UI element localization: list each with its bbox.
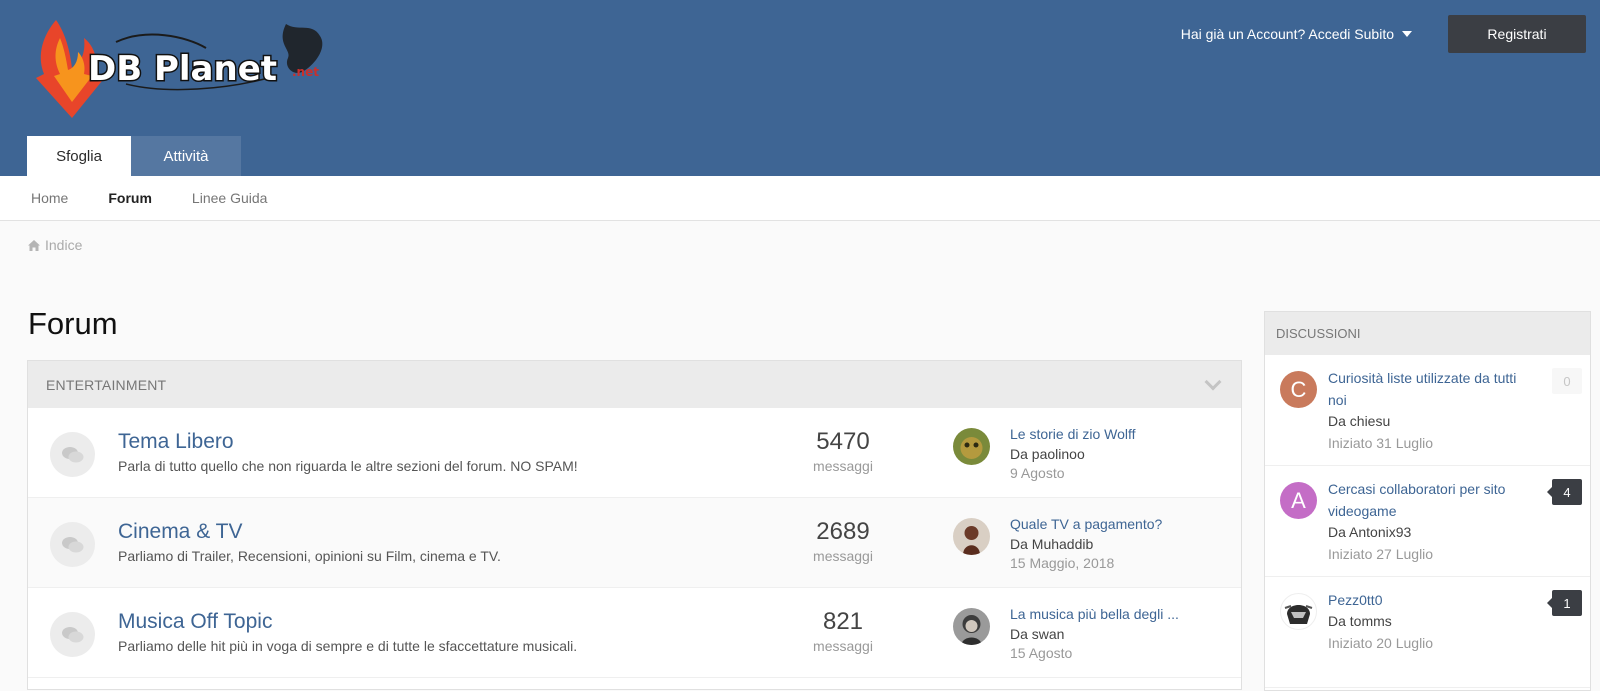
discussion-author: Da tomms (1328, 613, 1392, 629)
site-header: DB Planet .net Hai già un Account? Acced… (0, 0, 1600, 176)
avatar[interactable]: A (1280, 482, 1317, 519)
discussion-date: Iniziato 31 Luglio (1328, 435, 1434, 451)
breadcrumb[interactable]: Indice (28, 237, 82, 253)
forum-name[interactable]: Musica Off Topic (118, 610, 272, 634)
avatar[interactable] (953, 518, 990, 555)
subnav-home[interactable]: Home (31, 190, 68, 206)
register-button[interactable]: Registrati (1448, 15, 1586, 53)
discussion-title[interactable]: Pezz0tt0 (1328, 589, 1533, 611)
avatar[interactable]: C (1280, 371, 1317, 408)
forum-row: Tema Libero Parla di tutto quello che no… (28, 408, 1241, 498)
signin-label: Hai già un Account? Accedi Subito (1180, 26, 1394, 42)
post-count: 5470 (816, 428, 870, 455)
tab-attivita[interactable]: Attività (131, 136, 241, 176)
avatar[interactable] (953, 428, 990, 465)
forum-description: Parliamo delle hit più in voga di sempre… (118, 638, 578, 654)
avatar[interactable] (1280, 593, 1317, 630)
last-topic-date: 15 Agosto (1010, 645, 1073, 661)
caret-down-icon (1402, 31, 1412, 37)
forum-description: Parla di tutto quello che non riguarda l… (118, 458, 578, 474)
discussion-title[interactable]: Cercasi collaboratori per sito videogame (1328, 478, 1533, 522)
last-topic-author: Da paolinoo (1010, 446, 1085, 462)
breadcrumb-label: Indice (45, 237, 83, 253)
signin-dropdown[interactable]: Hai già un Account? Accedi Subito (1181, 26, 1412, 42)
last-topic-link[interactable]: Le storie di zio Wolff (1010, 426, 1136, 442)
post-count-label: messaggi (813, 548, 873, 564)
widget-title: DISCUSSIONI (1265, 312, 1590, 355)
last-topic-date: 15 Maggio, 2018 (1010, 555, 1115, 571)
home-icon (28, 239, 40, 251)
subnav-forum[interactable]: Forum (108, 190, 152, 206)
sub-navigation: Home Forum Linee Guida (0, 176, 1600, 221)
category-title: ENTERTAINMENT (46, 376, 167, 393)
reply-count-badge: 4 (1547, 479, 1582, 505)
chat-bubbles-icon (50, 612, 95, 657)
chat-bubbles-icon (50, 432, 95, 477)
discussion-date: Iniziato 27 Luglio (1328, 546, 1434, 562)
discussion-author: Da chiesu (1328, 413, 1391, 429)
page-title: Forum (28, 306, 118, 341)
helmet-avatar-icon (1284, 605, 1313, 624)
site-logo[interactable]: DB Planet .net (36, 14, 342, 122)
list-item: Pezz0tt0 Da tomms Iniziato 20 Luglio 1 (1265, 577, 1590, 688)
post-count: 2689 (816, 518, 870, 545)
forum-row: Musica Off Topic Parliamo delle hit più … (28, 588, 1241, 678)
forum-description: Parliamo di Trailer, Recensioni, opinion… (118, 548, 501, 564)
list-item: C Curiosità liste utilizzate da tutti no… (1265, 355, 1590, 466)
reply-count-badge: 1 (1547, 590, 1582, 616)
last-topic-date: 9 Agosto (1010, 465, 1065, 481)
category-header: ENTERTAINMENT (28, 361, 1241, 408)
tab-sfoglia[interactable]: Sfoglia (27, 136, 131, 176)
last-topic-author: Da Muhaddib (1010, 536, 1094, 552)
forum-row: Cinema & TV Parliamo di Trailer, Recensi… (28, 498, 1241, 588)
avatar[interactable] (953, 608, 990, 645)
post-count-label: messaggi (813, 458, 873, 474)
svg-text:.net: .net (292, 65, 319, 79)
list-item: A Cercasi collaboratori per sito videoga… (1265, 466, 1590, 577)
last-topic-link[interactable]: La musica più bella degli ... (1010, 606, 1179, 622)
discussion-title[interactable]: Curiosità liste utilizzate da tutti noi (1328, 367, 1533, 411)
last-topic-link[interactable]: Quale TV a pagamento? (1010, 516, 1162, 532)
logo-text: DB Planet (88, 49, 277, 89)
forum-name[interactable]: Tema Libero (118, 430, 234, 454)
forum-name[interactable]: Cinema & TV (118, 520, 243, 544)
chevron-down-icon[interactable] (1204, 373, 1222, 390)
chat-bubbles-icon (50, 522, 95, 567)
discussion-author: Da Antonix93 (1328, 524, 1412, 540)
discussion-date: Iniziato 20 Luglio (1328, 635, 1434, 651)
reply-count-badge: 0 (1552, 368, 1582, 394)
post-count: 821 (822, 608, 864, 635)
discussions-widget: DISCUSSIONI C Curiosità liste utilizzate… (1264, 311, 1591, 691)
subnav-linee-guida[interactable]: Linee Guida (192, 190, 268, 206)
last-topic-author: Da swan (1010, 626, 1065, 642)
post-count-label: messaggi (813, 638, 873, 654)
forum-category: ENTERTAINMENT Tema Libero Parla di tutto… (27, 360, 1242, 690)
main-tabs: Sfoglia Attività (27, 136, 241, 176)
